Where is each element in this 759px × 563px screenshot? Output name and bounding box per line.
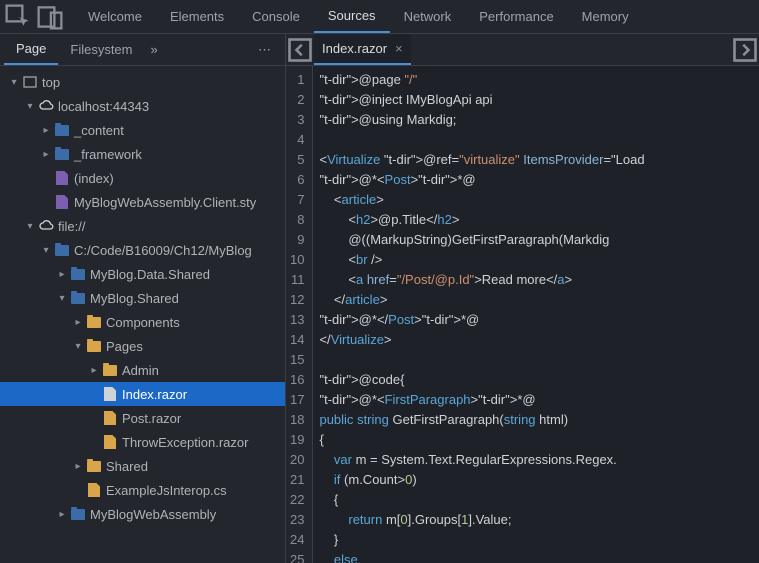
tree-label: top (42, 75, 60, 90)
file-icon (102, 386, 118, 402)
tab-welcome[interactable]: Welcome (74, 0, 156, 33)
expand-arrow-icon[interactable]: ▸ (56, 509, 68, 520)
tree-row[interactable]: ▾ top (0, 70, 285, 94)
tree-label: Components (106, 315, 180, 330)
file-icon (102, 434, 118, 450)
folder-icon (86, 314, 102, 330)
tree-label: Index.razor (122, 387, 187, 402)
tab-sources[interactable]: Sources (314, 0, 390, 33)
close-icon[interactable]: × (395, 41, 403, 56)
editor-tab-indexrazor[interactable]: Index.razor × (314, 34, 411, 65)
tree-label: _framework (74, 147, 142, 162)
expand-arrow-icon[interactable]: ▾ (72, 341, 84, 352)
tab-network[interactable]: Network (390, 0, 466, 33)
tab-console[interactable]: Console (238, 0, 314, 33)
cloud-icon (38, 218, 54, 234)
sidebar-tab-page[interactable]: Page (4, 34, 58, 65)
tree-row[interactable]: (index) (0, 166, 285, 190)
expand-arrow-icon[interactable]: ▸ (72, 461, 84, 472)
expand-arrow-icon[interactable]: ▾ (8, 77, 20, 88)
folder-icon (86, 458, 102, 474)
tab-performance[interactable]: Performance (465, 0, 567, 33)
file-icon (86, 482, 102, 498)
nav-prev-icon[interactable] (286, 36, 314, 64)
editor-tab-label: Index.razor (322, 41, 387, 56)
nav-next-icon[interactable] (731, 36, 759, 64)
tree-label: (index) (74, 171, 114, 186)
tree-label: Admin (122, 363, 159, 378)
tree-row[interactable]: ExampleJsInterop.cs (0, 478, 285, 502)
expand-arrow-icon[interactable]: ▸ (40, 125, 52, 136)
code-editor[interactable]: 1234567891011121314151617181920212223242… (286, 66, 759, 563)
tree-row[interactable]: ThrowException.razor (0, 430, 285, 454)
expand-arrow-icon[interactable]: ▾ (24, 101, 36, 112)
tab-elements[interactable]: Elements (156, 0, 238, 33)
editor-pane: Index.razor × 12345678910111213141516171… (286, 34, 759, 563)
tree-label: Pages (106, 339, 143, 354)
tree-label: Shared (106, 459, 148, 474)
file-icon (54, 170, 70, 186)
devtools-tabs: WelcomeElementsConsoleSourcesNetworkPerf… (74, 0, 643, 33)
folder-icon (54, 146, 70, 162)
expand-arrow-icon[interactable]: ▸ (56, 269, 68, 280)
tree-row[interactable]: ▾ Pages (0, 334, 285, 358)
tree-row[interactable]: Index.razor (0, 382, 285, 406)
file-tree[interactable]: ▾ top ▾ localhost:44343 ▸ _content ▸ _framework… (0, 66, 285, 563)
tree-row[interactable]: ▸ _framework (0, 142, 285, 166)
tree-row[interactable]: ▸ MyBlogWebAssembly (0, 502, 285, 526)
devtools-topbar: WelcomeElementsConsoleSourcesNetworkPerf… (0, 0, 759, 34)
file-icon (54, 194, 70, 210)
cloud-icon (38, 98, 54, 114)
tree-label: MyBlog.Data.Shared (90, 267, 210, 282)
folder-icon (70, 266, 86, 282)
tree-row[interactable]: ▸ _content (0, 118, 285, 142)
code-lines[interactable]: "t-dir">@page "/""t-dir">@inject IMyBlog… (313, 66, 759, 563)
tree-row[interactable]: ▸ MyBlog.Data.Shared (0, 262, 285, 286)
device-toolbar-icon[interactable] (36, 3, 64, 31)
sidebar-tabs: Page Filesystem » ⋯ (0, 34, 285, 66)
sidebar-more-icon[interactable]: ⋯ (258, 42, 273, 58)
expand-arrow-icon[interactable]: ▸ (72, 317, 84, 328)
frame-icon (22, 74, 38, 90)
folder-icon (54, 242, 70, 258)
tree-row[interactable]: ▸ Components (0, 310, 285, 334)
expand-arrow-icon[interactable]: ▾ (24, 221, 36, 232)
tree-row[interactable]: ▾ localhost:44343 (0, 94, 285, 118)
expand-arrow-icon[interactable]: ▸ (40, 149, 52, 160)
folder-icon (102, 362, 118, 378)
sidebar-tab-filesystem[interactable]: Filesystem (58, 34, 144, 65)
file-icon (102, 410, 118, 426)
tree-label: MyBlog.Shared (90, 291, 179, 306)
folder-icon (86, 338, 102, 354)
tree-label: ExampleJsInterop.cs (106, 483, 227, 498)
folder-icon (70, 506, 86, 522)
tree-label: MyBlogWebAssembly (90, 507, 216, 522)
sources-sidebar: Page Filesystem » ⋯ ▾ top ▾ localhost:44343… (0, 34, 286, 563)
tree-row[interactable]: ▾ C:/Code/B16009/Ch12/MyBlog (0, 238, 285, 262)
expand-arrow-icon[interactable]: ▾ (56, 293, 68, 304)
line-gutter: 1234567891011121314151617181920212223242… (286, 66, 313, 563)
tree-label: ThrowException.razor (122, 435, 248, 450)
inspect-icon[interactable] (4, 3, 32, 31)
tree-row[interactable]: ▸ Shared (0, 454, 285, 478)
sidebar-tabs-overflow-icon[interactable]: » (151, 42, 158, 57)
expand-arrow-icon[interactable]: ▸ (88, 365, 100, 376)
folder-icon (54, 122, 70, 138)
tree-label: localhost:44343 (58, 99, 149, 114)
tree-row[interactable]: ▾ file:// (0, 214, 285, 238)
tree-row[interactable]: Post.razor (0, 406, 285, 430)
tree-label: file:// (58, 219, 85, 234)
editor-tabstrip: Index.razor × (286, 34, 759, 66)
tree-row[interactable]: ▸ Admin (0, 358, 285, 382)
tree-label: MyBlogWebAssembly.Client.sty (74, 195, 256, 210)
tab-memory[interactable]: Memory (568, 0, 643, 33)
folder-icon (70, 290, 86, 306)
expand-arrow-icon[interactable]: ▾ (40, 245, 52, 256)
tree-label: Post.razor (122, 411, 181, 426)
tree-label: _content (74, 123, 124, 138)
tree-row[interactable]: ▾ MyBlog.Shared (0, 286, 285, 310)
tree-row[interactable]: MyBlogWebAssembly.Client.sty (0, 190, 285, 214)
tree-label: C:/Code/B16009/Ch12/MyBlog (74, 243, 252, 258)
